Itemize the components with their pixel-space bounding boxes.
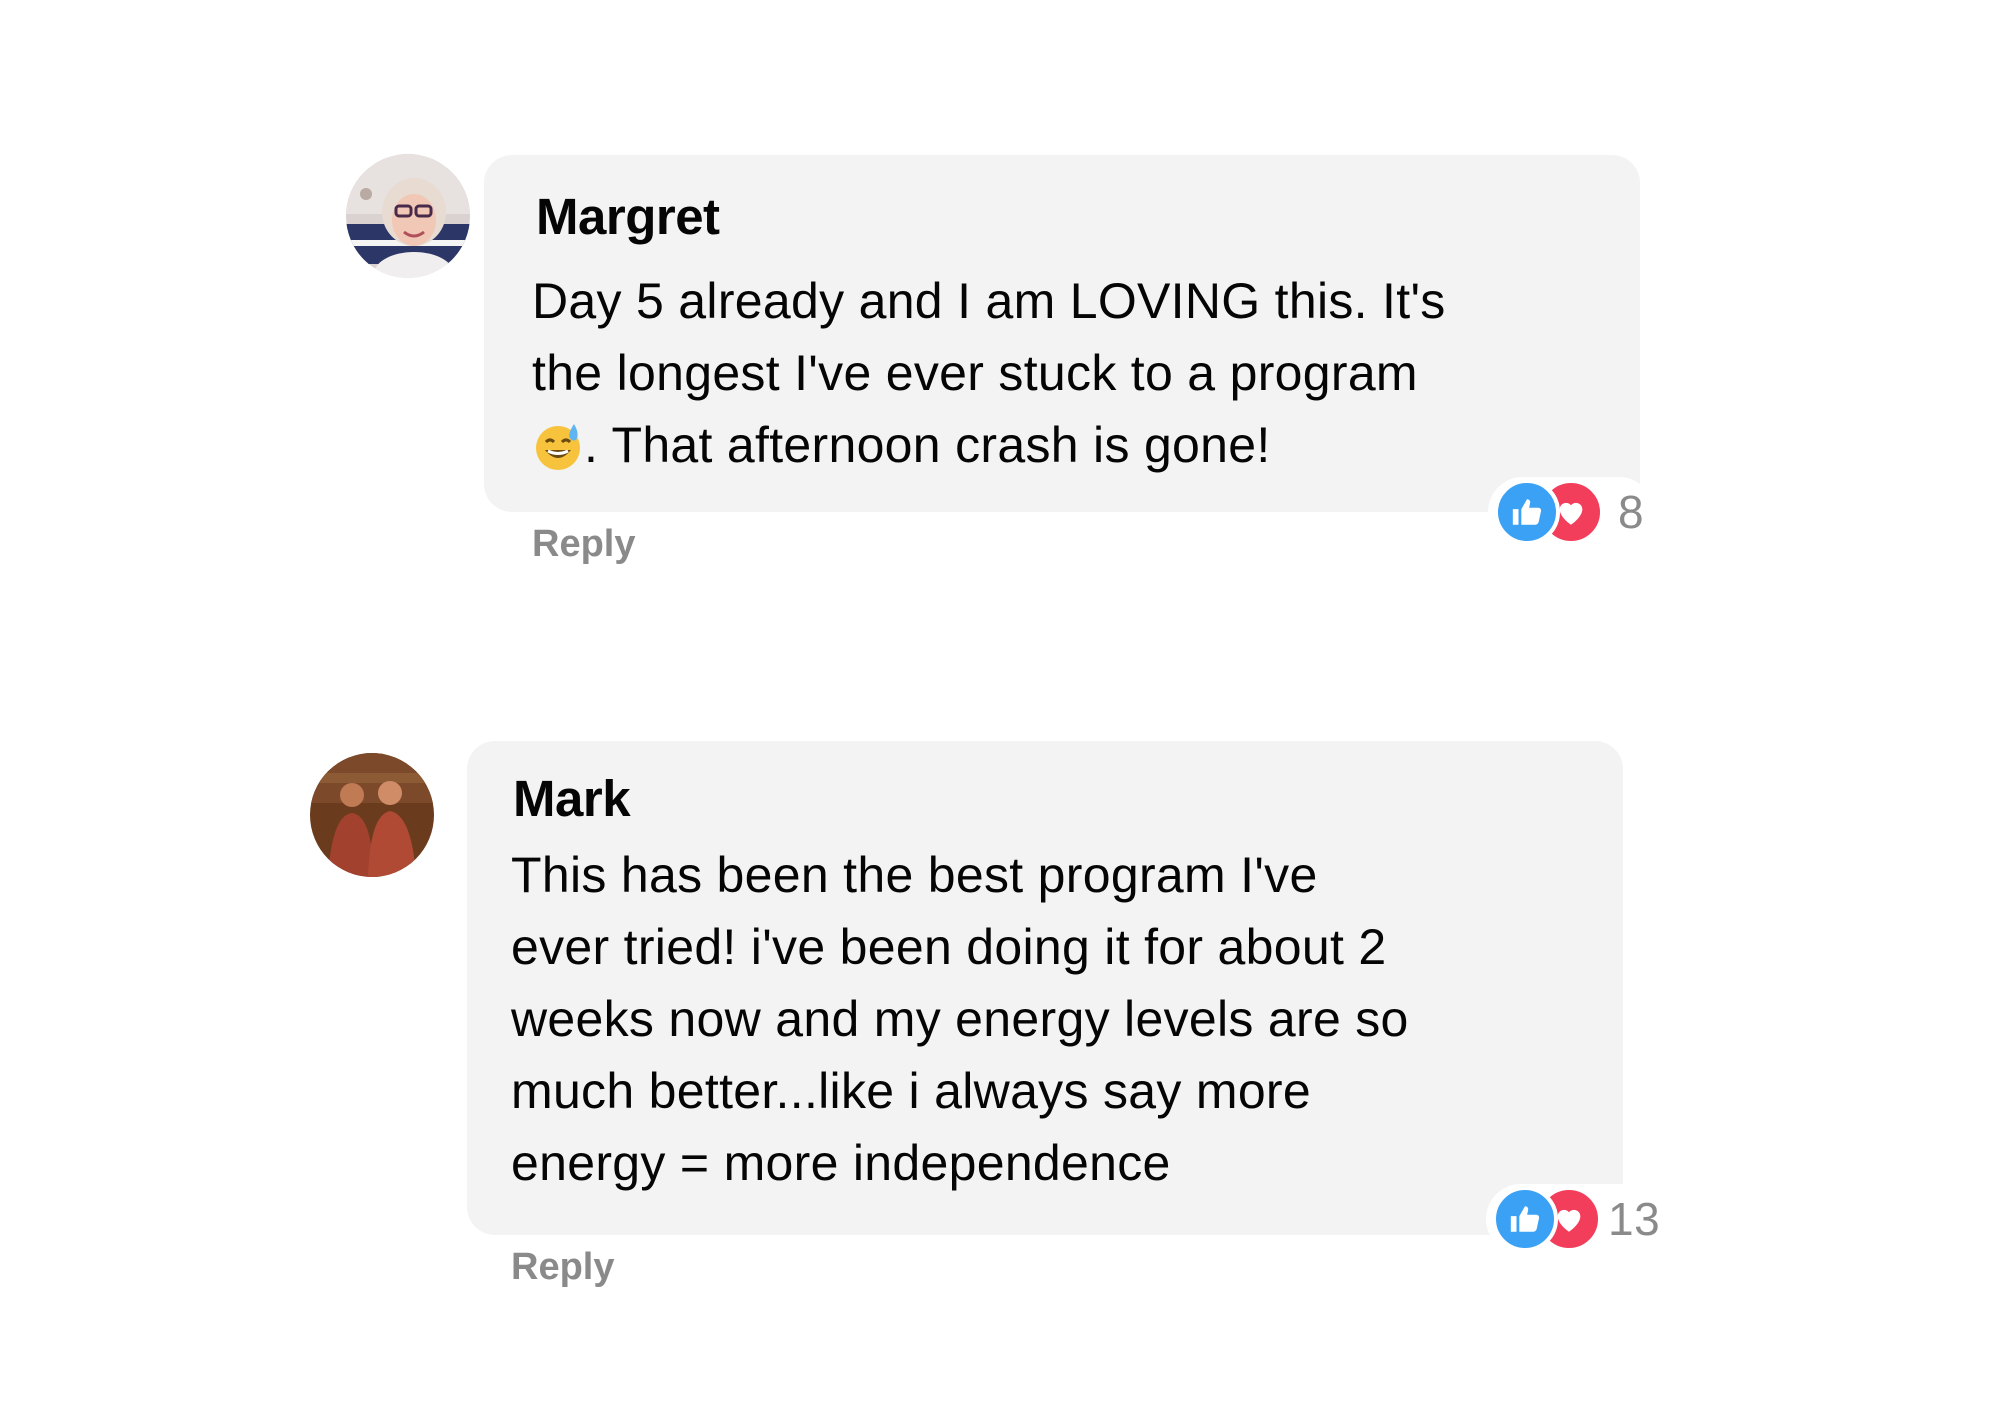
reaction-summary[interactable]: 13: [1486, 1184, 1663, 1254]
like-icon: [1494, 479, 1560, 545]
comment-text-line: the longest I've ever stuck to a program: [532, 337, 1446, 409]
comment-text-segment: the longest I've ever stuck to a program: [532, 345, 1418, 401]
comment-text-line: . That afternoon crash is gone!: [532, 409, 1446, 481]
comment-bubble: Mark This has been the best program I've…: [467, 741, 1623, 1235]
avatar[interactable]: [310, 753, 434, 877]
reply-button[interactable]: Reply: [511, 1245, 614, 1289]
reply-button[interactable]: Reply: [532, 522, 635, 566]
reaction-summary[interactable]: 8: [1488, 477, 1655, 547]
comment-author[interactable]: Mark: [513, 769, 631, 829]
comment-text-line: energy = more independence: [511, 1135, 1171, 1191]
comment-text-segment: . That afternoon crash is gone!: [584, 417, 1271, 473]
comment-text-line: This has been the best program I've: [511, 847, 1318, 903]
comment-text: This has been the best program I've ever…: [511, 839, 1409, 1199]
comment-text-line: Day 5 already and I am LOVING this. It's: [532, 273, 1446, 329]
comment-text: Day 5 already and I am LOVING this. It's…: [532, 265, 1446, 481]
comment-bubble: Margret Day 5 already and I am LOVING th…: [484, 155, 1640, 512]
like-icon: [1492, 1186, 1558, 1252]
comment-text-line: weeks now and my energy levels are so: [511, 991, 1409, 1047]
comment-author[interactable]: Margret: [536, 187, 720, 247]
comment-text-line: ever tried! i've been doing it for about…: [511, 919, 1387, 975]
sweat-smile-emoji-icon: [532, 420, 584, 472]
avatar-photo-mark: [310, 753, 434, 877]
reaction-count: 8: [1618, 486, 1645, 538]
avatar-photo-margret: [346, 154, 470, 278]
comment-text-line: much better...like i always say more: [511, 1063, 1311, 1119]
reaction-count: 13: [1608, 1193, 1661, 1245]
avatar[interactable]: [346, 154, 470, 278]
